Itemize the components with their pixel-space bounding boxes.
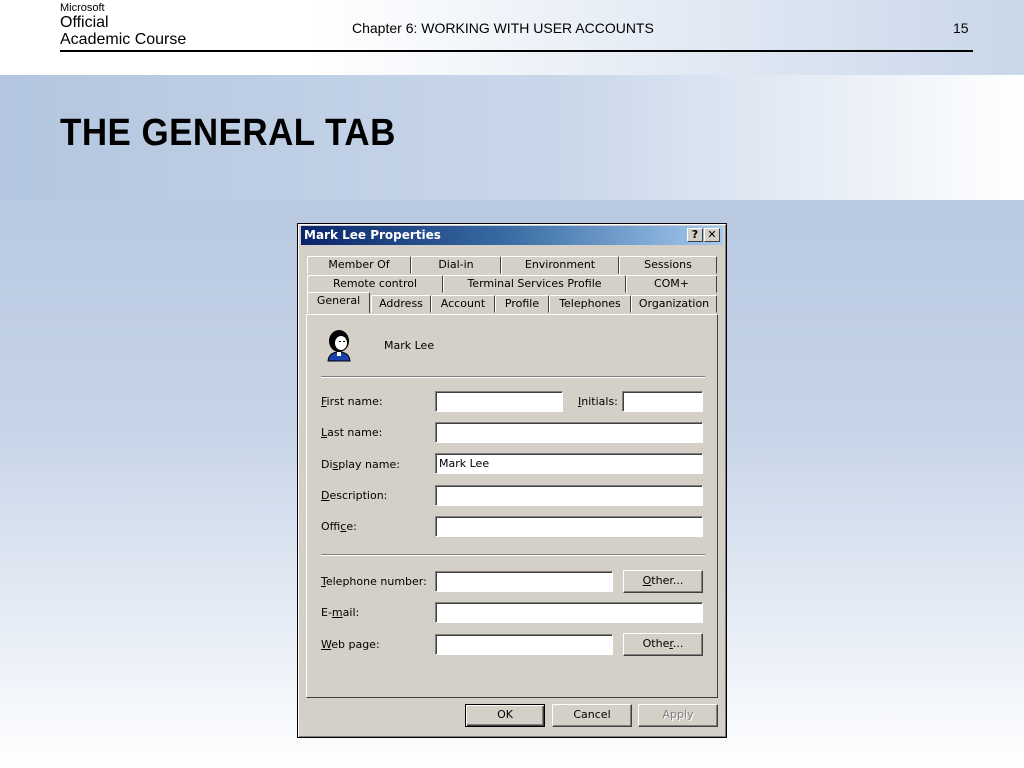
tab-com-plus[interactable]: COM+ (626, 275, 717, 293)
office-input[interactable] (435, 516, 703, 537)
display-name-label: Display name: (321, 458, 400, 471)
telephone-label: Telephone number: (321, 575, 427, 588)
user-icon (327, 330, 351, 362)
cancel-button[interactable]: Cancel (552, 704, 632, 727)
page-number: 15 (953, 20, 969, 36)
description-label: Description: (321, 489, 388, 502)
separator-2 (321, 554, 705, 556)
tab-terminal-services-profile[interactable]: Terminal Services Profile (443, 275, 626, 293)
user-display-name: Mark Lee (384, 339, 435, 352)
header-divider (60, 50, 973, 52)
tab-row-3: General Address Account Profile Telephon… (307, 292, 717, 314)
general-tab-panel: Mark Lee First name: Initials: Last name… (306, 314, 718, 698)
display-name-input[interactable]: Mark Lee (435, 453, 703, 474)
dialog-title: Mark Lee Properties (304, 228, 441, 242)
initials-input[interactable] (622, 391, 703, 412)
tab-row-1: Member Of Dial-in Environment Sessions (307, 256, 717, 275)
web-page-input[interactable] (435, 634, 613, 655)
user-properties-dialog: Mark Lee Properties ? ✕ Member Of Dial-i… (297, 223, 727, 738)
tab-profile[interactable]: Profile (495, 295, 549, 313)
tab-environment[interactable]: Environment (501, 256, 619, 274)
logo-microsoft: Microsoft (60, 2, 105, 14)
initials-label: Initials: (578, 395, 618, 408)
tab-sessions[interactable]: Sessions (619, 256, 717, 274)
tab-member-of[interactable]: Member Of (307, 256, 411, 274)
email-input[interactable] (435, 602, 703, 623)
first-name-input[interactable] (435, 391, 563, 412)
chapter-heading: Chapter 6: WORKING WITH USER ACCOUNTS (352, 20, 654, 36)
separator-1 (321, 376, 705, 378)
tab-organization[interactable]: Organization (631, 295, 717, 313)
ok-button[interactable]: OK (465, 704, 545, 727)
last-name-label: Last name: (321, 426, 383, 439)
course-logo: Microsoft Official Academic Course (60, 3, 186, 48)
office-label: Office: (321, 520, 357, 533)
first-name-label: First name: (321, 395, 383, 408)
tab-telephones[interactable]: Telephones (549, 295, 631, 313)
slide-title: THE GENERAL TAB (60, 112, 396, 154)
description-input[interactable] (435, 485, 703, 506)
tab-remote-control[interactable]: Remote control (307, 275, 443, 293)
close-button[interactable]: ✕ (704, 228, 720, 242)
help-button[interactable]: ? (687, 228, 703, 242)
web-page-other-button[interactable]: Other... (623, 633, 703, 656)
last-name-input[interactable] (435, 422, 703, 443)
dialog-titlebar[interactable]: Mark Lee Properties ? ✕ (301, 226, 723, 245)
logo-official: Official (60, 14, 109, 31)
tab-general[interactable]: General (307, 292, 370, 313)
web-page-label: Web page: (321, 638, 380, 651)
telephone-other-button[interactable]: Other... (623, 570, 703, 593)
apply-button[interactable]: Apply (638, 704, 718, 727)
tab-account[interactable]: Account (431, 295, 495, 313)
telephone-input[interactable] (435, 571, 613, 592)
tab-address[interactable]: Address (371, 295, 431, 313)
email-label: E-mail: (321, 606, 360, 619)
logo-academic-course: Academic Course (60, 31, 187, 48)
tab-dial-in[interactable]: Dial-in (411, 256, 501, 274)
